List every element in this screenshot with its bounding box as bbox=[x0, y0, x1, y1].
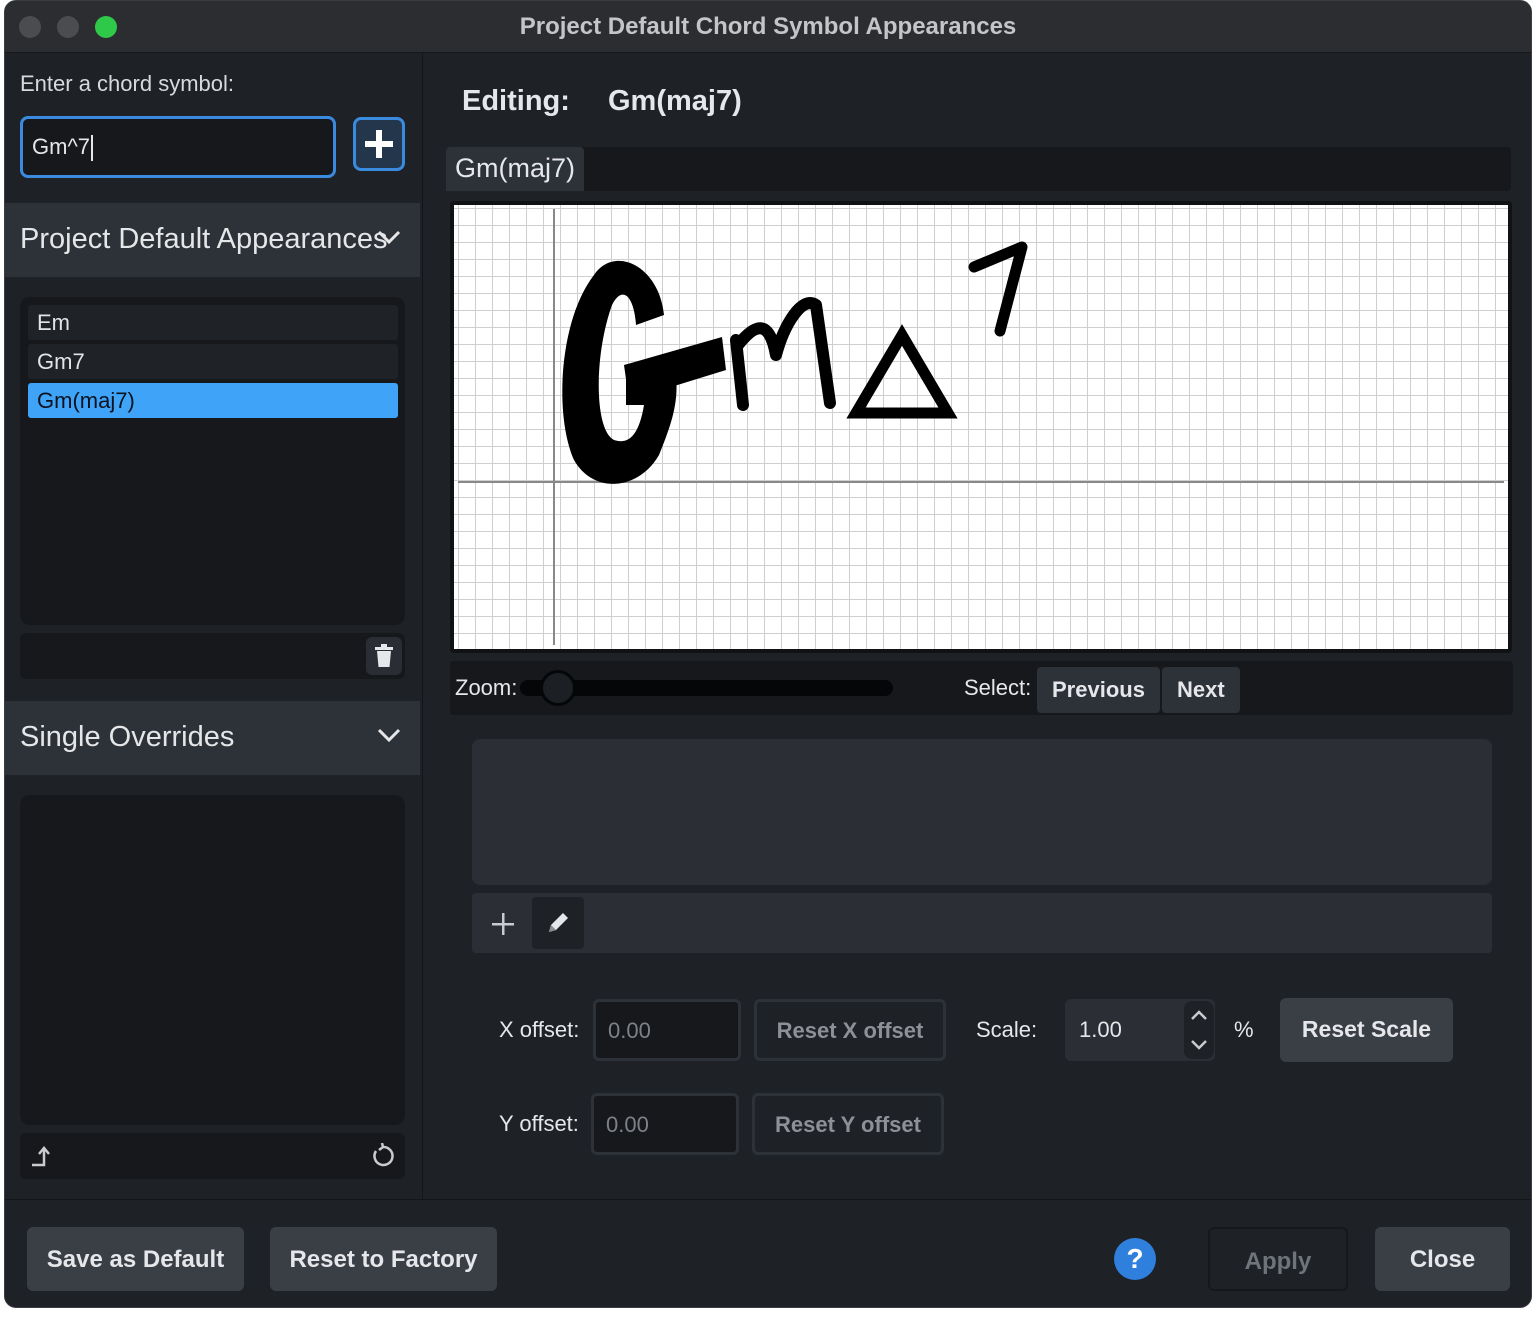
chord-graphic bbox=[458, 209, 1504, 645]
revert-icon[interactable] bbox=[370, 1143, 396, 1169]
chord-symbol-input[interactable]: Gm^7 bbox=[20, 116, 336, 178]
project-defaults-header[interactable]: Project Default Appearances bbox=[5, 203, 420, 277]
single-overrides-title: Single Overrides bbox=[20, 721, 235, 753]
title-bar: Project Default Chord Symbol Appearances bbox=[5, 1, 1531, 53]
tab-bar: Gm(maj7) bbox=[446, 147, 1511, 191]
overrides-toolbar bbox=[20, 1133, 405, 1179]
chord-preview-canvas[interactable] bbox=[450, 201, 1512, 653]
window-title: Project Default Chord Symbol Appearances bbox=[519, 13, 1017, 40]
x-offset-field[interactable]: 0.00 bbox=[593, 999, 741, 1061]
editing-value: Gm(maj7) bbox=[608, 85, 742, 117]
y-offset-label: Y offset: bbox=[499, 1111, 579, 1136]
reset-to-factory-button[interactable]: Reset to Factory bbox=[270, 1227, 497, 1291]
add-component-button[interactable] bbox=[484, 905, 522, 943]
add-chord-button[interactable] bbox=[353, 117, 405, 171]
plus-icon bbox=[492, 913, 514, 935]
desktop-background bbox=[1532, 0, 1536, 1321]
reset-y-offset-button[interactable]: Reset Y offset bbox=[752, 1093, 944, 1155]
list-item-selected[interactable]: Gm(maj7) bbox=[28, 383, 398, 418]
list-item[interactable]: Em bbox=[28, 305, 398, 340]
appearance-list-toolbar bbox=[20, 633, 405, 679]
chevron-down-icon bbox=[377, 728, 401, 743]
reset-scale-button[interactable]: Reset Scale bbox=[1280, 998, 1453, 1062]
chevron-down-icon bbox=[377, 230, 401, 245]
select-label: Select: bbox=[964, 675, 1032, 700]
list-item[interactable]: Gm7 bbox=[28, 344, 398, 379]
left-panel: Enter a chord symbol: Gm^7 Project Defau… bbox=[5, 53, 423, 1199]
components-toolbar bbox=[472, 893, 1492, 953]
apply-button[interactable]: Apply bbox=[1208, 1227, 1348, 1291]
chord-input-label: Enter a chord symbol: bbox=[20, 71, 234, 96]
trash-icon bbox=[375, 644, 393, 667]
dialog-window: Project Default Chord Symbol Appearances… bbox=[4, 0, 1532, 1308]
components-list bbox=[472, 739, 1492, 885]
text-cursor bbox=[91, 135, 93, 162]
tab-chord[interactable]: Gm(maj7) bbox=[446, 147, 584, 191]
pencil-icon bbox=[549, 913, 568, 932]
close-button[interactable]: Close bbox=[1375, 1227, 1510, 1291]
save-as-default-button[interactable]: Save as Default bbox=[27, 1227, 244, 1291]
export-icon[interactable] bbox=[30, 1143, 58, 1171]
appearance-list: Em Gm7 Gm(maj7) bbox=[20, 297, 405, 625]
delete-button[interactable] bbox=[366, 637, 402, 675]
chord-glyph-m bbox=[730, 297, 836, 411]
question-icon[interactable]: ? bbox=[1114, 1238, 1156, 1280]
editor-panel: Editing: Gm(maj7) Gm(maj7) Zoom: Select:… bbox=[424, 53, 1531, 1199]
project-defaults-title: Project Default Appearances bbox=[20, 223, 388, 255]
zoom-bar: Zoom: Select: Previous Next bbox=[450, 661, 1513, 715]
single-overrides-header[interactable]: Single Overrides bbox=[5, 701, 420, 775]
previous-button[interactable]: Previous bbox=[1037, 667, 1160, 713]
overrides-list bbox=[20, 795, 405, 1125]
percent-sign: % bbox=[1234, 1017, 1254, 1042]
desktop-background-bottom bbox=[0, 1308, 1536, 1321]
chord-input-value: Gm^7 bbox=[32, 134, 90, 159]
editing-label: Editing: bbox=[462, 85, 570, 117]
zoom-slider-handle[interactable] bbox=[540, 670, 576, 706]
plus-icon bbox=[365, 130, 393, 158]
scale-label: Scale: bbox=[976, 1017, 1038, 1042]
y-offset-field[interactable]: 0.00 bbox=[591, 1093, 739, 1155]
dialog-button-bar: Save as Default Reset to Factory ? Apply… bbox=[5, 1199, 1531, 1307]
scale-stepper[interactable] bbox=[1184, 1001, 1214, 1059]
next-button[interactable]: Next bbox=[1162, 667, 1240, 713]
x-offset-label: X offset: bbox=[499, 1017, 580, 1042]
zoom-label: Zoom: bbox=[455, 675, 518, 700]
reset-x-offset-button[interactable]: Reset X offset bbox=[754, 999, 946, 1061]
chord-glyph-triangle bbox=[846, 324, 958, 419]
chord-glyph-7 bbox=[968, 241, 1028, 337]
edit-component-button[interactable] bbox=[532, 897, 584, 949]
